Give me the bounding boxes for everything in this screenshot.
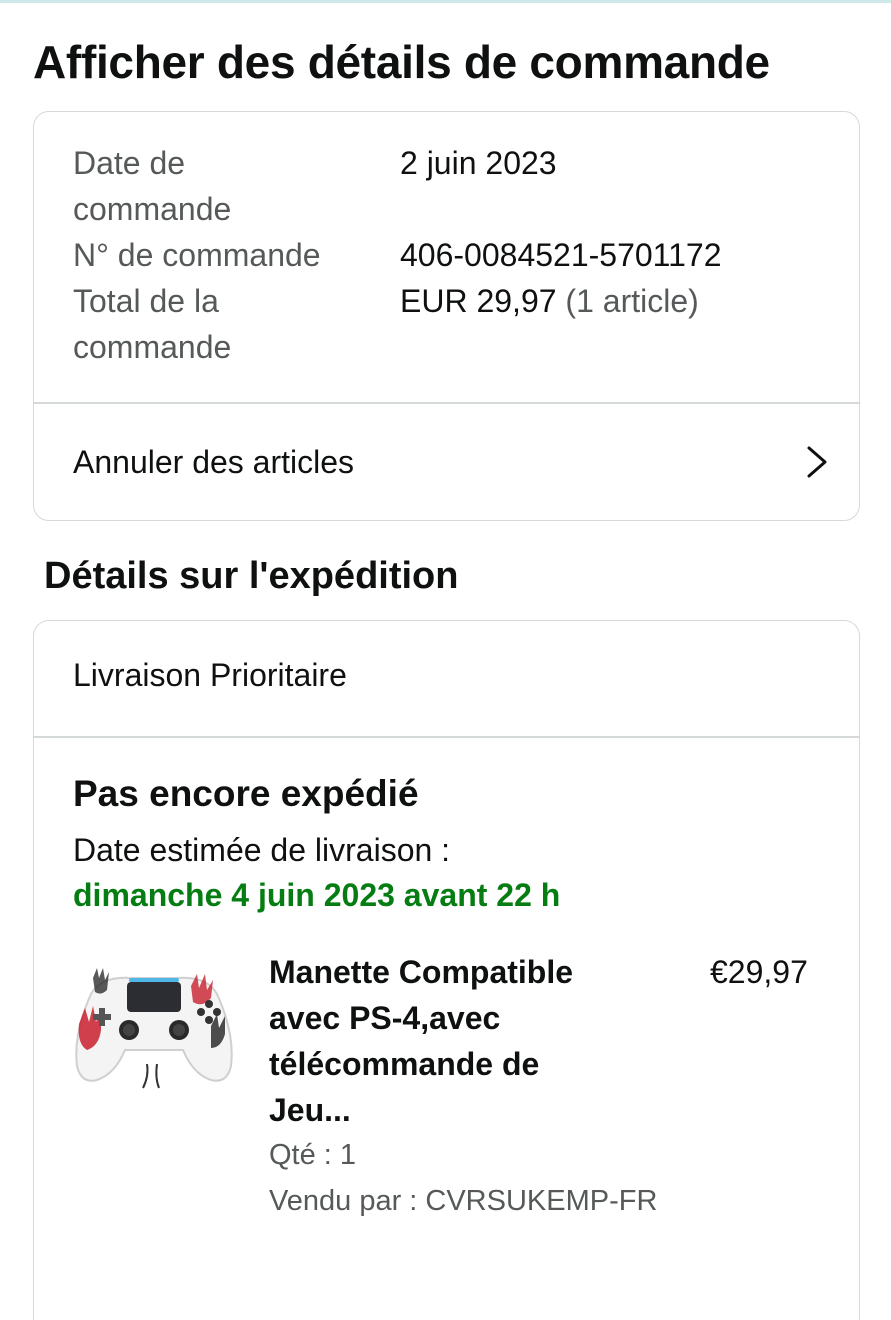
shipment-card-divider <box>34 736 859 738</box>
order-total-value: EUR 29,97 (1 article) <box>400 278 820 370</box>
product-title-link[interactable]: Manette Compatible avec PS-4,avec téléco… <box>269 949 629 1133</box>
chevron-right-icon <box>807 446 827 478</box>
product-seller[interactable]: Vendu par : CVRSUKEMP-FR <box>269 1181 657 1221</box>
delivery-estimate-date: dimanche 4 juin 2023 avant 22 h <box>73 877 561 913</box>
delivery-estimate-label: Date estimée de livraison : <box>73 832 451 868</box>
game-controller-image[interactable] <box>71 964 237 1094</box>
cancel-items-label: Annuler des articles <box>73 443 355 480</box>
page-title: Afficher des détails de commande <box>33 36 770 88</box>
order-total-amount: EUR 29,97 <box>400 283 557 319</box>
order-number-label: N° de commande <box>73 237 321 273</box>
top-accent-line <box>0 0 891 3</box>
order-date-value: 2 juin 2023 <box>400 145 557 181</box>
product-price: €29,97 <box>710 954 808 990</box>
order-number-value: 406-0084521-5701172 <box>400 237 722 273</box>
order-total-item-count: (1 article) <box>565 283 699 319</box>
shipment-card: Livraison Prioritaire Pas encore expédié… <box>33 620 860 1320</box>
order-total-label: Total de la commande <box>73 283 232 365</box>
shipment-status: Pas encore expédié <box>73 773 419 814</box>
product-quantity: Qté : 1 <box>269 1139 357 1171</box>
order-summary-card: Date de commande 2 juin 2023 N° de comma… <box>33 111 860 521</box>
cancel-items-button[interactable]: Annuler des articles <box>34 404 859 520</box>
order-summary-grid: Date de commande 2 juin 2023 N° de comma… <box>73 140 820 370</box>
shipping-method: Livraison Prioritaire <box>73 657 347 693</box>
shipment-section-title: Détails sur l'expédition <box>44 555 459 597</box>
order-date-label: Date de commande <box>73 145 232 227</box>
